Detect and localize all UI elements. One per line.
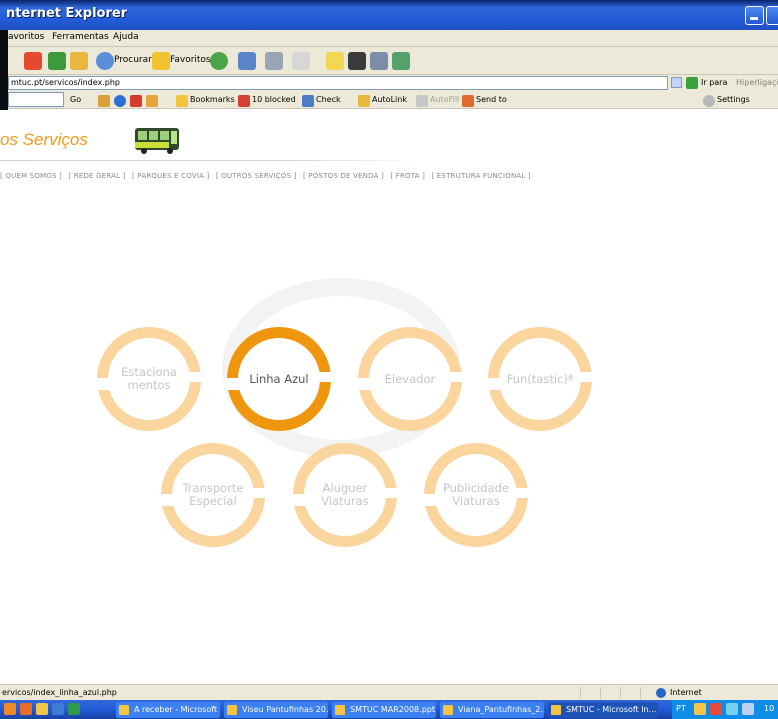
taskbar-item-smtuc-ppt[interactable]: SMTUC MAR2008.ppt [332, 702, 436, 718]
service-label: Publicidade Viaturas [443, 481, 509, 508]
quicklaunch-explorer-icon[interactable] [36, 703, 48, 715]
service-publicidade-viaturas[interactable]: Publicidade Viaturas [421, 443, 531, 547]
service-label: Elevador [384, 371, 436, 386]
popup-blocked-count[interactable]: 10 blocked [252, 95, 296, 104]
menu-favorites[interactable]: avoritos [8, 32, 44, 42]
header-divider [0, 160, 425, 161]
search-icon[interactable] [96, 52, 114, 70]
research-icon[interactable] [370, 52, 388, 70]
go-arrow-icon[interactable] [686, 77, 698, 89]
bookmarks-star-icon[interactable] [176, 95, 188, 107]
nav-estrutura-funcional[interactable]: [ ESTRUTURA FUNCIONAL ] [431, 172, 530, 180]
nav-postos-de-venda[interactable]: [ POSTOS DE VENDA ] [303, 172, 384, 180]
windows-taskbar: A receber - Microsoft ... Viseu Pantufin… [0, 700, 778, 719]
service-funtastic[interactable]: Fun(tastic)ª [485, 327, 595, 431]
maximize-button[interactable] [766, 6, 778, 25]
stop-icon[interactable] [24, 52, 42, 70]
status-bar: ervicos/index_linha_azul.php Internet [0, 684, 778, 700]
service-transporte-especial[interactable]: Transporte Especial [158, 443, 268, 547]
service-label: Estaciona mentos [121, 365, 177, 392]
menu-help[interactable]: Ajuda [113, 32, 139, 42]
quicklaunch-word-icon[interactable] [52, 703, 64, 715]
address-input[interactable]: mtuc.pt/servicos/index.php [8, 76, 668, 90]
menu-bar: avoritos Ferramentas Ajuda [8, 30, 778, 47]
nav-parques-ecovia[interactable]: [ PARQUES E COVIA ] [132, 172, 209, 180]
popup-blocker-icon[interactable] [238, 95, 250, 107]
service-label: Linha Azul [249, 371, 309, 386]
taskbar-item-viana-ppt[interactable]: Viana_Pantufinhas_2... [440, 702, 544, 718]
taskbar-item-outlook[interactable]: A receber - Microsoft ... [116, 702, 220, 718]
nav-rede-geral[interactable]: [ REDE GERAL ] [68, 172, 125, 180]
edit-icon[interactable] [292, 52, 310, 70]
window-title: nternet Explorer [6, 6, 128, 21]
spellcheck-icon[interactable] [302, 95, 314, 107]
refresh-icon[interactable] [48, 52, 66, 70]
tray-language[interactable]: PT [676, 704, 686, 713]
menu-tools[interactable]: Ferramentas [52, 32, 109, 42]
autolink-icon[interactable] [358, 95, 370, 107]
tray-clock: 10 [764, 704, 775, 713]
send-to-button[interactable]: Send to [476, 95, 507, 104]
google-search-input[interactable] [8, 92, 64, 107]
mail-icon[interactable] [238, 52, 256, 70]
top-navigation: [ QUEM SOMOS ] [ REDE GERAL ] [ PARQUES … [0, 172, 535, 180]
favorites-star-icon[interactable] [152, 52, 170, 70]
nav-quem-somos[interactable]: [ QUEM SOMOS ] [0, 172, 62, 180]
service-aluguer-viaturas[interactable]: Aluguer Viaturas [290, 443, 400, 547]
system-tray: PT 10 [672, 700, 778, 719]
bookmarks-button[interactable]: Bookmarks [190, 95, 235, 104]
service-elevador[interactable]: Elevador [355, 327, 465, 431]
search-button-label[interactable]: Procurar [114, 55, 152, 65]
autofill-button[interactable]: AutoFill [430, 95, 459, 104]
gmail-m-icon[interactable] [130, 95, 142, 107]
tray-app-icon[interactable] [694, 703, 706, 715]
service-label: Aluguer Viaturas [321, 481, 369, 508]
service-label: Transporte Especial [182, 481, 244, 508]
service-linha-azul[interactable]: Linha Azul [224, 327, 334, 431]
autofill-icon[interactable] [416, 95, 428, 107]
service-estacionamentos[interactable]: Estaciona mentos [94, 327, 204, 431]
window-title-bar[interactable]: nternet Explorer [0, 0, 778, 30]
quicklaunch-office-icon[interactable] [20, 703, 32, 715]
address-bar: mtuc.pt/servicos/index.php Ir para Hiper… [8, 75, 778, 91]
status-text: ervicos/index_linha_azul.php [2, 688, 117, 697]
bus-logo-icon [135, 128, 179, 154]
quicklaunch-firefox-icon[interactable] [4, 703, 16, 715]
translate-icon[interactable] [146, 95, 158, 107]
internet-zone-icon [656, 688, 666, 698]
home-icon[interactable] [70, 52, 88, 70]
tray-k-icon[interactable] [742, 703, 754, 715]
standard-toolbar: Procurar Favoritos [8, 47, 778, 75]
links-button[interactable]: Hiperligações [736, 78, 778, 87]
service-label: Fun(tastic)ª [506, 371, 574, 386]
google-toolbar: Go Bookmarks 10 blocked Check AutoLink A… [8, 91, 778, 109]
nav-outros-servicos[interactable]: [ OUTROS SERVIÇOS ] [216, 172, 297, 180]
check-button[interactable]: Check [316, 95, 341, 104]
google-go-button[interactable]: Go [70, 95, 81, 104]
tray-network-icon[interactable] [726, 703, 738, 715]
history-icon[interactable] [210, 52, 228, 70]
gmail-icon[interactable] [98, 95, 110, 107]
minimize-button[interactable] [745, 6, 764, 25]
taskbar-item-smtuc-ie[interactable]: SMTUC - Microsoft In... [548, 702, 658, 718]
security-zone: Internet [670, 688, 702, 697]
go-button[interactable]: Ir para [701, 78, 727, 87]
send-to-icon[interactable] [462, 95, 474, 107]
k-app-icon[interactable] [348, 52, 366, 70]
address-dropdown-icon[interactable] [671, 77, 682, 88]
nav-frota[interactable]: [ FROTA ] [390, 172, 425, 180]
google-icon[interactable] [114, 95, 126, 107]
quicklaunch-excel-icon[interactable] [68, 703, 80, 715]
messenger-icon[interactable] [392, 52, 410, 70]
notes-icon[interactable] [326, 52, 344, 70]
favorites-button-label[interactable]: Favoritos [170, 55, 211, 65]
tray-alert-icon[interactable] [710, 703, 722, 715]
taskbar-item-viseu-folder[interactable]: Viseu Pantufinhas 20... [224, 702, 328, 718]
section-title: os Serviços [0, 130, 88, 149]
print-icon[interactable] [265, 52, 283, 70]
autolink-button[interactable]: AutoLink [372, 95, 407, 104]
settings-icon[interactable] [703, 95, 715, 107]
settings-button[interactable]: Settings [717, 95, 750, 104]
